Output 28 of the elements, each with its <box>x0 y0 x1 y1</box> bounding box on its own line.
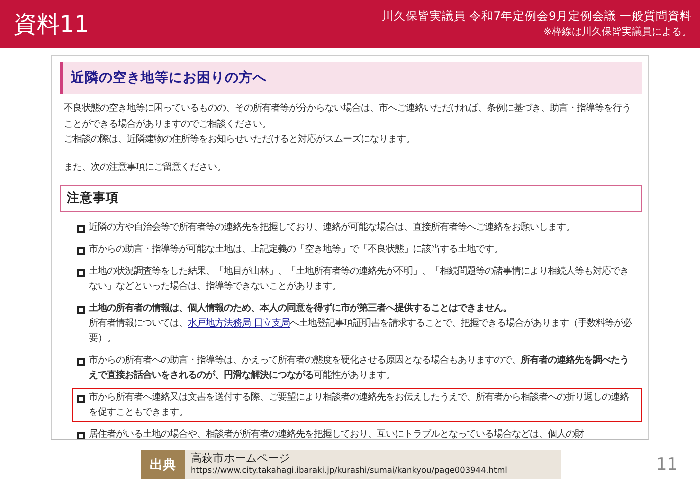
paragraph: ご相談の際は、近隣建物の住所等をお知らせいただけると対応がスムーズになります。 <box>64 133 416 147</box>
bullet-icon <box>77 224 85 232</box>
paragraph: また、次の注意事項にご留意ください。 <box>64 160 227 174</box>
bullet-icon <box>77 394 85 402</box>
list-item-text: 土地の所有者の情報は、個人情報のため、本人の同意を得ずに市が第三者へ提供することはできません。 <box>89 302 513 316</box>
slide-subtitle: 川久保皆実議員 令和7年定例会9月定例会議 一般質問資料 <box>382 8 692 25</box>
bullet-icon <box>77 432 85 439</box>
source-title: 高萩市ホームページ <box>191 452 291 465</box>
slide-title: 資料11 <box>14 10 90 40</box>
list-item-text: 近隣の方や自治会等で所有者等の連絡先を把握しており、連絡が可能な場合は、直接所有者等へご連絡をお願いします。 <box>89 221 576 235</box>
note-text: 所有者情報については、水戸地方法務局 日立支局へ土地登記事項証明書を請求することで、把握できる場合があります（手数料等が必要）。 <box>89 317 634 346</box>
list-item-text: 土地の状況調査等をした結果、「地目が山林」、「土地所有者等の連絡先が不明」、「相続問題等の諸事情により相続人等も対応できない」などといった場合は、指導等できないことがあります。 <box>89 265 630 294</box>
source-label: 出典 <box>141 450 185 479</box>
source-url: https://www.city.takahagi.ibaraki.jp/kurashi/sumai/kankyou/page003944.html <box>191 465 508 476</box>
paragraph: 不良状態の空き地等に困っているものの、その所有者等が分からない場合は、市へご連絡いただければ、条例に基づき、助言・指導等を行うことができる場合がありますのでご相談ください。 <box>64 102 632 132</box>
slide-note: ※枠線は川久保皆実議員による。 <box>542 26 692 40</box>
list-item-text: 居住者がいる土地の場合や、相談者が所有者の連絡先を把握しており、互いにトラブルとなっている場合などは、個人の財 <box>89 428 586 439</box>
list-item-text: 市からの助言・指導等が可能な土地は、上記定義の「空き地等」で「不良状態」に該当する土地です。 <box>89 243 504 257</box>
bullet-icon <box>77 246 85 254</box>
list-item-text: 市から所有者へ連絡又は文書を送付する際、ご要望により相談者の連絡先をお伝えしたうえで、所有者から相談者への折り返しの連絡を促すこともできます。 <box>89 391 630 420</box>
page-heading: 近隣の空き地等にお困りの方へ <box>60 62 642 94</box>
page-number: 11 <box>656 454 678 474</box>
section-heading: 注意事項 <box>60 185 642 212</box>
bullet-icon <box>77 358 85 366</box>
list-item-text: 市からの所有者への助言・指導等は、かえって所有者の態度を硬化させる原因となる場合もありますので、所有者の連絡先を調べたうえで直接お話合いをされるのが、円滑な解決につながる可能性があります。 <box>89 354 630 383</box>
bullet-icon <box>77 268 85 276</box>
link[interactable]: 水戸地方法務局 日立支局 <box>188 318 290 329</box>
bullet-icon <box>77 306 85 314</box>
